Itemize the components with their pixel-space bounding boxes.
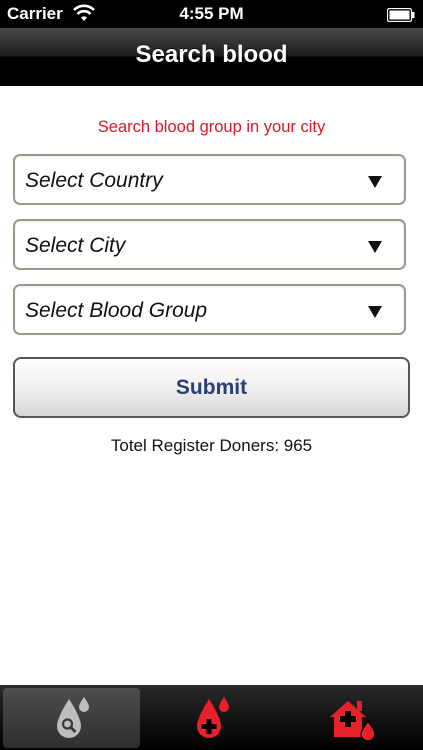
blood-bank-home-icon xyxy=(329,701,376,742)
submit-button[interactable]: Submit xyxy=(13,357,410,418)
donor-count-text: Totel Register Doners: 965 xyxy=(110,436,313,455)
dropdown-arrow-icon xyxy=(368,176,382,188)
country-select-label: Select Country xyxy=(25,169,163,192)
dropdown-arrow-icon xyxy=(368,241,382,253)
tab-search-blood[interactable] xyxy=(3,688,140,748)
tab-blood-bank[interactable] xyxy=(283,688,420,748)
navigation-bar: Search blood xyxy=(0,28,423,86)
status-time: 4:55 PM xyxy=(179,4,244,23)
battery-icon xyxy=(386,7,415,23)
country-select[interactable]: Select Country xyxy=(13,154,406,205)
status-bar: Carrier 4:55 PM xyxy=(0,0,423,28)
add-blood-drop-icon xyxy=(196,697,229,738)
page-title: Search blood xyxy=(135,41,288,68)
blood-group-select[interactable]: Select Blood Group xyxy=(13,284,406,335)
tab-bar xyxy=(0,685,423,750)
city-select-label: Select City xyxy=(25,234,126,257)
tab-add-blood[interactable] xyxy=(143,688,280,748)
dropdown-arrow-icon xyxy=(368,306,382,318)
search-blood-drop-icon xyxy=(56,697,89,738)
city-select[interactable]: Select City xyxy=(13,219,406,270)
search-subtitle: Search blood group in your city xyxy=(97,118,326,136)
blood-group-select-label: Select Blood Group xyxy=(25,299,208,322)
